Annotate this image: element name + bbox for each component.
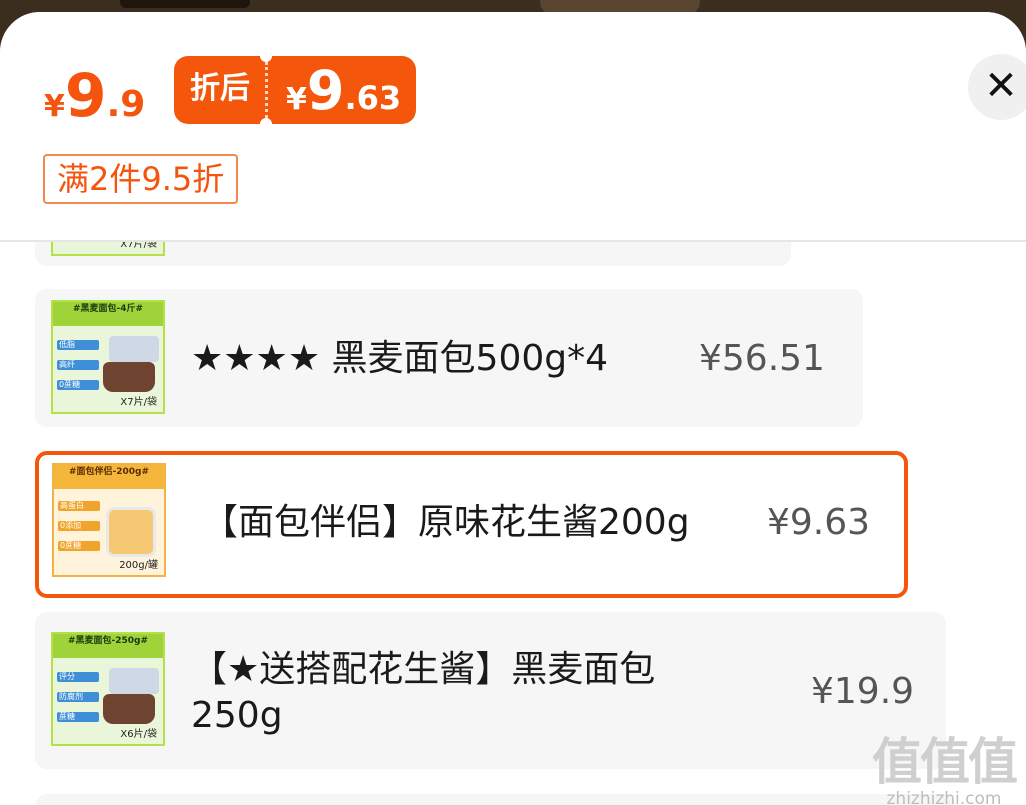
thumbnail-header: #黑麦面包-250g# [53,634,163,658]
product-thumbnail: #面包伴侣-200g# 高蛋白 0添加 0蔗糖 200g/罐 [52,463,166,577]
thumbnail-chip: 0蔗糖 [58,541,100,551]
bread-image [103,362,155,392]
sku-title-line-1: 【★送搭配花生酱】黑麦面包 [191,649,656,690]
thumbnail-header: #面包伴侣-200g# [54,465,164,489]
close-button[interactable]: ✕ [968,54,1026,120]
watermark-url: zhizhizhi.com [886,789,1002,805]
sku-card[interactable]: #黑麦面包-4斤# 低脂 高纤 0蔗糖 X7片/袋 ★★★★ 黑麦面包500g*… [35,289,863,427]
after-discount-price: ¥9.63 [286,62,401,120]
watermark: 值值值 zhizhizhi.com [872,733,1018,805]
sku-title-line-2: 250g [191,695,283,736]
price-header: ¥9.9 折后 ¥9.63 ✕ 满2件9.5折 [0,12,1026,240]
watermark-logo: 值值值 [872,733,1018,791]
sku-title: ★★★★ 黑麦面包500g*4 [191,338,609,379]
dotted-divider [265,62,268,118]
ticket-notch [260,50,272,62]
header-divider [0,240,1026,242]
thumbnail-footer: X7片/袋 [120,397,157,408]
background-shape [120,0,250,8]
price-decimal: .63 [344,79,402,117]
thumbnail-chip: 评分 [57,672,99,682]
product-thumbnail: #黑麦面包-4斤# 低脂 高纤 0蔗糖 X7片/袋 [51,300,165,414]
thumbnail-header: #黑麦面包-4斤# [53,302,163,326]
after-discount-label: 折后 [190,71,250,106]
bread-image [103,694,155,724]
ticket-notch [260,118,272,130]
thumbnail-chip: 0蔗糖 [57,380,99,390]
product-thumbnail: #黑麦面包-250g# 评分 防腐剂 蔗糖 X6片/袋 [51,632,165,746]
after-discount-badge: 折后 ¥9.63 [174,50,416,130]
sku-selector-sheet: X7片/袋 #黑麦面包-4斤# 低脂 高纤 0蔗糖 X7片/袋 ★★★★ 黑麦面… [0,12,1026,805]
sku-card-selected[interactable]: #面包伴侣-200g# 高蛋白 0添加 0蔗糖 200g/罐 【面包伴侣】原味花… [35,451,908,598]
peanut-butter-jar-image [106,507,156,557]
sku-price: ¥9.63 [767,502,871,543]
sku-title: 【面包伴侣】原味花生酱200g [202,502,690,543]
sku-price: ¥19.9 [811,671,915,712]
thumbnail-footer: X6片/袋 [120,729,157,740]
thumbnail-chip: 防腐剂 [57,692,99,702]
close-icon: ✕ [984,63,1018,109]
price-integer: 9 [64,61,107,131]
product-bag-image [109,336,159,362]
currency-symbol: ¥ [44,89,65,124]
sku-card[interactable]: #黑麦面包-250g# 评分 防腐剂 蔗糖 X6片/袋 【★送搭配花生酱】黑麦面… [35,612,946,769]
thumbnail-chip: 蔗糖 [57,712,99,722]
thumbnail-chip: 高纤 [57,360,99,370]
currency-symbol: ¥ [286,82,307,117]
thumbnail-chip: 0添加 [58,521,100,531]
original-price: ¥9.9 [44,66,145,126]
price-integer: 9 [306,59,345,122]
thumbnail-footer: 200g/罐 [119,560,158,571]
thumbnail-chip: 高蛋白 [58,501,100,511]
thumbnail-chip: 低脂 [57,340,99,350]
sku-price: ¥56.51 [699,338,825,379]
promotion-tag: 满2件9.5折 [43,154,239,204]
product-bag-image [109,668,159,694]
price-decimal: .9 [106,84,146,125]
sku-card-partial[interactable] [35,794,955,805]
